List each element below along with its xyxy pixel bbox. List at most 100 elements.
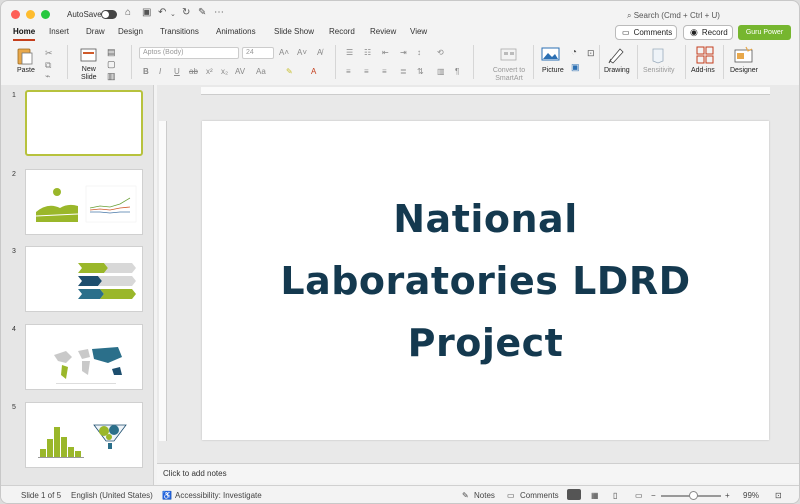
new-slide-icon[interactable]: [79, 46, 99, 64]
tab-design[interactable]: Design: [118, 27, 143, 36]
accessibility-status[interactable]: Accessibility: Investigate: [175, 491, 262, 500]
active-tab-indicator: [13, 39, 35, 41]
slide-thumbnail-2[interactable]: [25, 169, 143, 235]
record-button[interactable]: ◉ Record: [683, 25, 733, 40]
slide-title-line-2: Laboratories LDRD: [280, 258, 691, 303]
tab-home[interactable]: Home: [13, 27, 35, 36]
undo-icon[interactable]: ↶: [158, 7, 166, 19]
slide-sorter-icon[interactable]: ▦: [591, 491, 599, 500]
slide-thumbnail-3[interactable]: [25, 246, 143, 312]
tab-transitions[interactable]: Transitions: [160, 27, 199, 36]
format-brush-icon[interactable]: ⌁: [45, 70, 50, 82]
notes-button[interactable]: Notes: [474, 491, 495, 500]
fit-slide-icon[interactable]: ⊡: [775, 491, 782, 500]
underline-icon[interactable]: U: [174, 67, 180, 76]
redo-icon[interactable]: ↻: [182, 7, 190, 19]
justify-icon[interactable]: ≣: [400, 67, 407, 76]
decrease-indent-icon[interactable]: ⇤: [382, 48, 389, 57]
horizontal-ruler[interactable]: [201, 87, 770, 95]
text-direction-icon[interactable]: ⟲: [437, 48, 444, 57]
notes-pane[interactable]: Click to add notes: [157, 463, 799, 483]
italic-icon[interactable]: I: [159, 67, 161, 76]
numbering-icon[interactable]: ☷: [364, 48, 371, 57]
language-status[interactable]: English (United States): [71, 491, 153, 500]
align-right-icon[interactable]: ≡: [382, 67, 387, 76]
zoom-out-icon[interactable]: −: [651, 491, 656, 500]
designer-label: Designer: [730, 67, 759, 74]
slide-thumbnail-1[interactable]: [25, 90, 143, 156]
superscript-icon[interactable]: x²: [206, 67, 213, 76]
clear-format-icon[interactable]: A̸: [317, 48, 322, 57]
tab-draw[interactable]: Draw: [86, 27, 105, 36]
sensitivity-icon[interactable]: [649, 45, 669, 65]
cut-icon[interactable]: ✂: [45, 47, 53, 59]
decrease-font-icon[interactable]: A˅: [297, 48, 307, 57]
ribbon-divider: [533, 45, 534, 79]
paste-icon[interactable]: [15, 46, 35, 66]
zoom-window-icon[interactable]: [41, 10, 50, 19]
align-center-icon[interactable]: ≡: [364, 67, 369, 76]
thumbnail-number: 5: [12, 404, 16, 411]
picture-label: Picture: [542, 67, 564, 74]
arrange-icon[interactable]: ⊡: [587, 47, 595, 59]
increase-indent-icon[interactable]: ⇥: [400, 48, 407, 57]
font-size-select[interactable]: 24: [242, 47, 274, 59]
shapes-icon[interactable]: ◔: [571, 47, 577, 59]
slide-thumbnail-5[interactable]: [25, 402, 143, 468]
normal-view-icon[interactable]: [567, 489, 581, 500]
slideshow-view-icon[interactable]: ▭: [635, 491, 643, 500]
textbox-icon[interactable]: ▣: [571, 61, 580, 73]
bold-icon[interactable]: B: [143, 67, 149, 76]
paragraph-icon[interactable]: ¶: [455, 67, 459, 76]
reset-icon[interactable]: ▢: [107, 58, 116, 70]
tab-insert[interactable]: Insert: [49, 27, 69, 36]
strikethrough-icon[interactable]: ab: [189, 67, 198, 76]
change-case-icon[interactable]: Aa: [256, 67, 266, 76]
picture-icon[interactable]: [541, 46, 561, 62]
designer-icon[interactable]: [733, 45, 755, 65]
font-name-select[interactable]: Aptos (Body): [139, 47, 239, 59]
zoom-level[interactable]: 99%: [743, 491, 759, 500]
guru-power-button[interactable]: Guru Power: [738, 25, 791, 40]
comments-button[interactable]: ▭ Comments: [615, 25, 677, 40]
undo-dropdown-icon[interactable]: ⌄: [170, 9, 176, 21]
slide-thumbnail-4[interactable]: [25, 324, 143, 390]
font-color-icon[interactable]: A: [311, 67, 316, 76]
bullets-icon[interactable]: ☰: [346, 48, 353, 57]
drawing-icon[interactable]: [606, 45, 626, 65]
align-left-icon[interactable]: ≡: [346, 67, 351, 76]
reading-view-icon[interactable]: ▯: [613, 491, 617, 500]
line-spacing-icon[interactable]: ↕: [417, 48, 421, 57]
zoom-slider-handle[interactable]: [689, 491, 698, 500]
minimize-icon[interactable]: [26, 10, 35, 19]
slide-title[interactable]: National Laboratories LDRD Project: [280, 188, 690, 374]
vertical-ruler[interactable]: [159, 121, 167, 441]
layout-icon[interactable]: ▤: [107, 46, 116, 58]
tab-view[interactable]: View: [410, 27, 427, 36]
autosave-toggle[interactable]: [101, 10, 117, 19]
zoom-in-icon[interactable]: +: [725, 491, 730, 500]
save-icon[interactable]: ▣: [142, 7, 151, 19]
tab-slide-show[interactable]: Slide Show: [274, 27, 314, 36]
align-text-icon[interactable]: ⇅: [417, 67, 424, 76]
home-icon[interactable]: ⌂: [125, 7, 131, 19]
tab-record[interactable]: Record: [329, 27, 355, 36]
search-box[interactable]: ⌕ Search (Cmd + Ctrl + U): [627, 11, 720, 21]
addins-icon[interactable]: [695, 45, 715, 65]
columns-icon[interactable]: ▥: [437, 67, 445, 76]
subscript-icon[interactable]: x₂: [221, 67, 228, 76]
format-painter-icon[interactable]: ✎: [198, 7, 206, 19]
highlight-icon[interactable]: ✎: [286, 67, 293, 76]
slide-canvas[interactable]: National Laboratories LDRD Project: [202, 121, 769, 440]
increase-font-icon[interactable]: A˄: [279, 48, 289, 57]
close-icon[interactable]: [11, 10, 20, 19]
comments-status-button[interactable]: Comments: [520, 491, 559, 500]
smartart-icon[interactable]: [499, 46, 519, 64]
tab-animations[interactable]: Animations: [216, 27, 256, 36]
section-icon[interactable]: ▥: [107, 70, 116, 82]
thumbnail-number: 4: [12, 326, 16, 333]
more-icon[interactable]: ⋯: [214, 7, 224, 19]
char-spacing-icon[interactable]: AV: [235, 67, 245, 76]
accessibility-icon: ♿: [162, 491, 172, 500]
tab-review[interactable]: Review: [370, 27, 396, 36]
